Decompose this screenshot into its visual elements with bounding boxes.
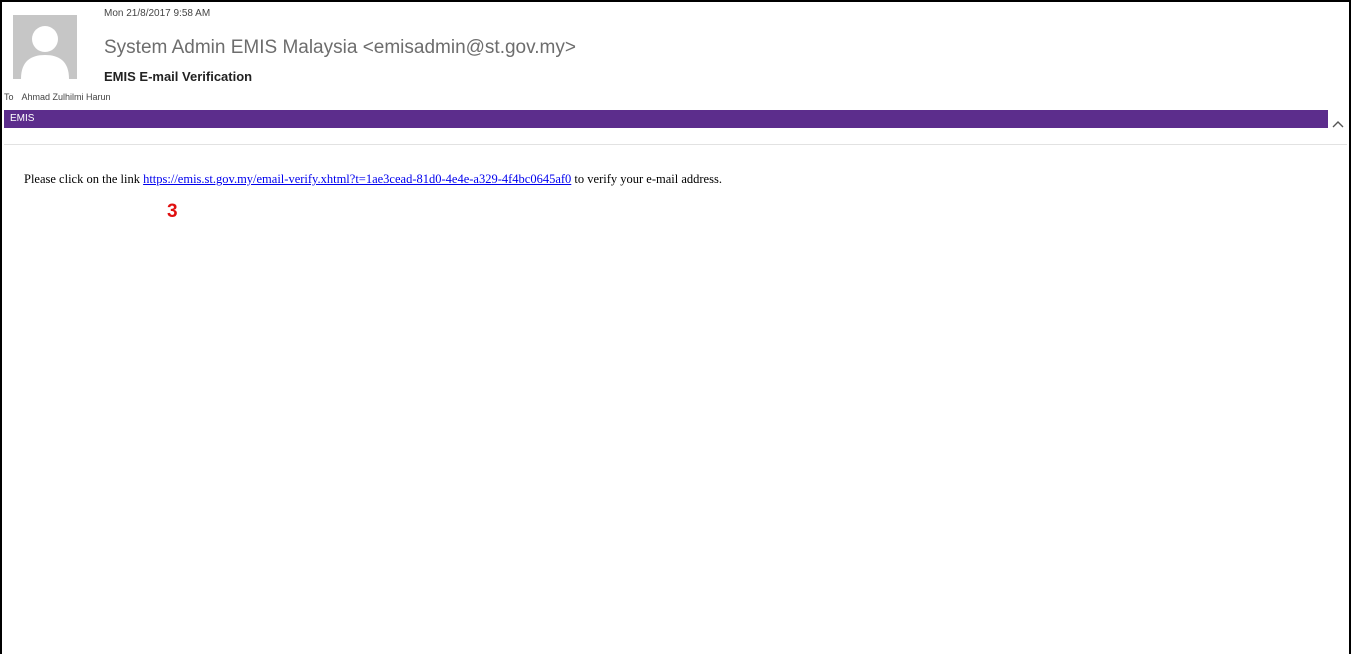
category-bar: EMIS (4, 110, 1328, 128)
message-body: Please click on the link https://emis.st… (24, 172, 722, 187)
recipient-row: To Ahmad Zulhilmi Harun (4, 92, 111, 102)
header-divider (4, 144, 1347, 145)
body-prefix-text: Please click on the link (24, 172, 144, 186)
sender-avatar (13, 15, 77, 79)
recipient-name[interactable]: Ahmad Zulhilmi Harun (22, 92, 111, 102)
person-silhouette-icon (13, 15, 77, 79)
category-label: EMIS (10, 113, 35, 124)
collapse-header-button[interactable] (1331, 117, 1345, 129)
to-label: To (4, 92, 14, 102)
chevron-up-icon (1332, 121, 1344, 128)
sender-name[interactable]: System Admin EMIS Malaysia <emisadmin@st… (104, 37, 576, 59)
verification-link[interactable]: https://emis.st.gov.my/email-verify.xhtm… (143, 172, 571, 186)
step-annotation: 3 (167, 201, 178, 222)
message-subject: EMIS E-mail Verification (104, 69, 253, 84)
body-suffix-text: to verify your e-mail address. (571, 172, 722, 186)
message-datetime: Mon 21/8/2017 9:58 AM (104, 8, 211, 19)
email-reading-pane: Mon 21/8/2017 9:58 AM System Admin EMIS … (0, 0, 1351, 654)
